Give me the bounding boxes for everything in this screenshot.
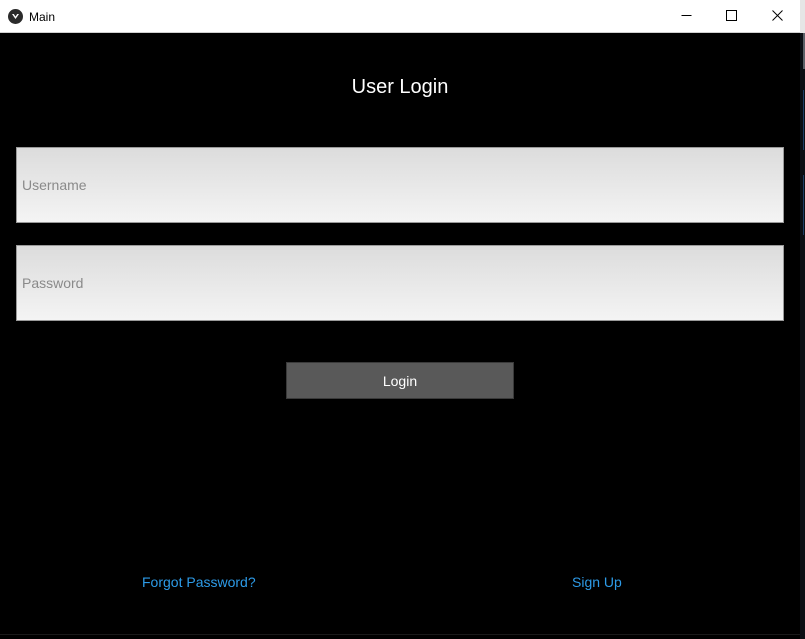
background-window-edge bbox=[800, 0, 805, 639]
page-title: User Login bbox=[351, 76, 449, 98]
maximize-icon bbox=[725, 8, 737, 26]
password-input[interactable] bbox=[16, 245, 784, 321]
close-button[interactable] bbox=[754, 0, 800, 33]
sign-up-link[interactable]: Sign Up bbox=[572, 574, 622, 591]
minimize-icon bbox=[681, 8, 692, 26]
window-title: Main bbox=[29, 10, 56, 24]
maximize-button[interactable] bbox=[708, 0, 754, 33]
username-input[interactable] bbox=[16, 147, 784, 223]
close-icon bbox=[771, 8, 783, 26]
forgot-password-link[interactable]: Forgot Password? bbox=[142, 574, 256, 591]
login-button[interactable]: Login bbox=[286, 362, 514, 399]
app-window: Main User Login Login Forgot bbox=[0, 0, 805, 639]
window-bottom-border bbox=[0, 634, 800, 635]
kivy-logo-icon bbox=[8, 9, 23, 24]
login-button-label: Login bbox=[382, 372, 418, 389]
minimize-button[interactable] bbox=[663, 0, 709, 33]
title-bar[interactable]: Main bbox=[0, 0, 800, 33]
